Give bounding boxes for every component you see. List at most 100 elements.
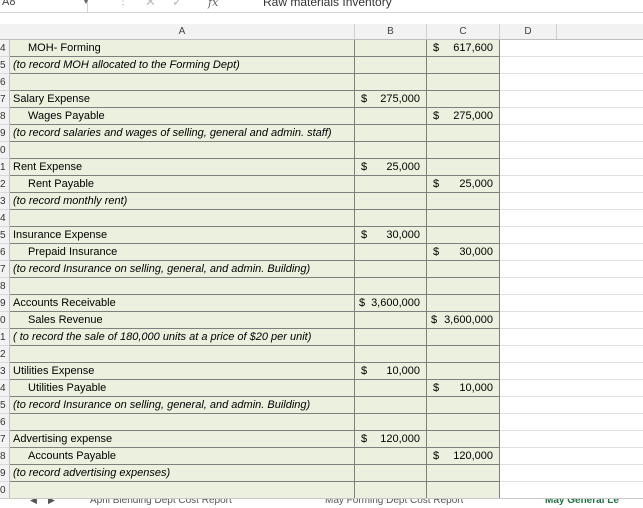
cell-c[interactable] (427, 210, 500, 227)
cell-d[interactable] (500, 346, 643, 363)
row-header[interactable]: 3 (0, 363, 10, 380)
cell-b[interactable]: $275,000 (355, 91, 427, 108)
cell-d[interactable] (500, 142, 643, 159)
cell-c[interactable] (427, 329, 500, 346)
cell-c[interactable] (427, 363, 500, 380)
column-header-c[interactable]: C (427, 24, 500, 39)
row-header[interactable]: 6 (0, 244, 10, 261)
cell-c[interactable] (427, 465, 500, 482)
cell-b[interactable] (355, 40, 427, 57)
cell-d[interactable] (500, 397, 643, 414)
cell-b[interactable] (355, 176, 427, 193)
row-header[interactable]: 4 (0, 210, 10, 227)
row-header[interactable]: 2 (0, 176, 10, 193)
cell-d[interactable] (500, 278, 643, 295)
row-header[interactable]: 3 (0, 193, 10, 210)
cell-d[interactable] (500, 414, 643, 431)
cell-a[interactable]: MOH- Forming (10, 40, 355, 57)
row-header[interactable]: 6 (0, 74, 10, 91)
cell-b[interactable] (355, 210, 427, 227)
cell-d[interactable] (500, 125, 643, 142)
cell-d[interactable] (500, 295, 643, 312)
row-header[interactable]: 8 (0, 448, 10, 465)
chevron-down-icon[interactable]: ▼ (82, 0, 90, 6)
row-header[interactable]: 1 (0, 159, 10, 176)
cell-b[interactable] (355, 465, 427, 482)
row-header[interactable]: 7 (0, 91, 10, 108)
cell-c[interactable] (427, 159, 500, 176)
cell-b[interactable] (355, 74, 427, 91)
row-header[interactable]: 2 (0, 346, 10, 363)
column-header-b[interactable]: B (355, 24, 427, 39)
cell-c[interactable]: $120,000 (427, 448, 500, 465)
cell-a[interactable] (10, 142, 355, 159)
cell-c[interactable] (427, 431, 500, 448)
cell-d[interactable] (500, 312, 643, 329)
cell-c[interactable] (427, 397, 500, 414)
cell-d[interactable] (500, 210, 643, 227)
row-header[interactable]: 1 (0, 329, 10, 346)
cell-d[interactable] (500, 74, 643, 91)
sheet-tab[interactable]: May Forming Dept Cost Report (325, 499, 463, 506)
cell-d[interactable] (500, 363, 643, 380)
cell-d[interactable] (500, 448, 643, 465)
cell-d[interactable] (500, 261, 643, 278)
cell-b[interactable] (355, 142, 427, 159)
cell-a[interactable]: Sales Revenue (10, 312, 355, 329)
cell-c[interactable] (427, 125, 500, 142)
column-header-a[interactable]: A (10, 24, 355, 39)
name-box[interactable]: A8 ▼ (0, 0, 90, 12)
cell-c[interactable] (427, 91, 500, 108)
cancel-icon[interactable]: ✕ (145, 0, 156, 10)
cell-b[interactable] (355, 346, 427, 363)
cell-d[interactable] (500, 329, 643, 346)
cell-b[interactable] (355, 312, 427, 329)
cell-d[interactable] (500, 244, 643, 261)
column-header-d[interactable]: D (500, 24, 557, 39)
cell-a[interactable]: Advertising expense (10, 431, 355, 448)
cell-a[interactable]: (to record salaries and wages of selling… (10, 125, 355, 142)
row-header[interactable]: 9 (0, 125, 10, 142)
cell-c[interactable]: $617,600 (427, 40, 500, 57)
cell-d[interactable] (500, 57, 643, 74)
insert-function-icon[interactable]: fx (208, 0, 218, 9)
cell-d[interactable] (500, 176, 643, 193)
cell-c[interactable]: $275,000 (427, 108, 500, 125)
cell-c[interactable]: $10,000 (427, 380, 500, 397)
cell-a[interactable] (10, 414, 355, 431)
cell-b[interactable] (355, 414, 427, 431)
cell-c[interactable] (427, 142, 500, 159)
cell-a[interactable]: Rent Payable (10, 176, 355, 193)
cell-d[interactable] (500, 431, 643, 448)
cell-a[interactable]: (to record monthly rent) (10, 193, 355, 210)
enter-check-icon[interactable]: ✓ (172, 0, 183, 10)
scroll-left-icon[interactable]: ◀ (30, 499, 37, 506)
cell-a[interactable]: (to record MOH allocated to the Forming … (10, 57, 355, 74)
cell-b[interactable] (355, 261, 427, 278)
cell-c[interactable] (427, 261, 500, 278)
row-header[interactable]: 0 (0, 482, 10, 499)
cell-c[interactable]: $3,600,000 (427, 312, 500, 329)
more-options-icon[interactable]: ⋮ (118, 0, 128, 7)
cell-d[interactable] (500, 91, 643, 108)
cell-d[interactable] (500, 108, 643, 125)
row-header[interactable]: 5 (0, 57, 10, 74)
cell-a[interactable]: Prepaid Insurance (10, 244, 355, 261)
cell-d[interactable] (500, 159, 643, 176)
cell-c[interactable] (427, 74, 500, 91)
cell-b[interactable] (355, 329, 427, 346)
row-header[interactable]: 7 (0, 431, 10, 448)
cell-a[interactable] (10, 482, 355, 499)
cell-a[interactable]: Salary Expense (10, 91, 355, 108)
row-header[interactable]: 4 (0, 380, 10, 397)
cell-a[interactable]: (to record Insurance on selling, general… (10, 261, 355, 278)
cell-b[interactable]: $120,000 (355, 431, 427, 448)
cell-b[interactable] (355, 397, 427, 414)
sheet-tab-active[interactable]: May General Le (545, 499, 619, 506)
cell-b[interactable] (355, 57, 427, 74)
cell-c[interactable] (427, 414, 500, 431)
cell-a[interactable]: Accounts Receivable (10, 295, 355, 312)
cell-a[interactable] (10, 74, 355, 91)
cell-a[interactable]: Wages Payable (10, 108, 355, 125)
cell-c[interactable] (427, 193, 500, 210)
